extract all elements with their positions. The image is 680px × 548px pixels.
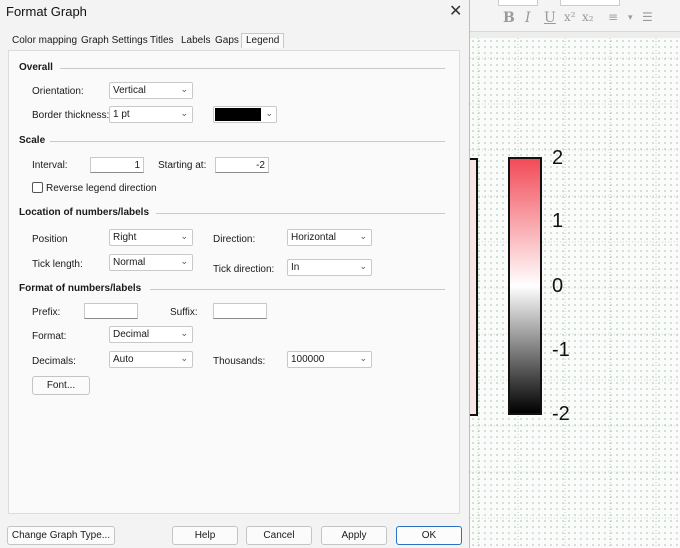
graph-grid [470,38,680,548]
border-thickness-value: 1 pt [113,109,130,120]
cancel-button[interactable]: Cancel [246,526,312,545]
tab-gaps[interactable]: Gaps [215,35,239,46]
position-dropdown[interactable]: Right ⌄ [109,229,193,246]
apply-button[interactable]: Apply [321,526,387,545]
legend-tick-label: 1 [552,210,564,232]
decimals-value: Auto [113,354,134,365]
section-overall-heading: Overall [19,62,53,73]
legend-tick-label: 2 [552,147,564,169]
format-dropdown[interactable]: Decimal ⌄ [109,326,193,343]
border-thickness-dropdown[interactable]: 1 pt ⌄ [109,106,193,123]
chevron-down-icon: ⌄ [180,231,188,241]
format-value: Decimal [113,329,150,340]
tick-length-value: Normal [113,257,146,268]
direction-value: Horizontal [291,232,337,243]
prefix-input[interactable] [84,303,138,319]
chevron-down-icon: ⌄ [265,108,273,118]
orientation-label: Orientation: [32,86,84,97]
background-toolbar: B I U x² x₂ ≡ ▾ ☰ [470,0,680,32]
help-button[interactable]: Help [172,526,238,545]
decimals-label: Decimals: [32,356,76,367]
direction-dropdown[interactable]: Horizontal ⌄ [287,229,372,246]
chevron-down-icon: ⌄ [180,84,188,94]
format-label: Format: [32,331,67,342]
orientation-value: Vertical [113,85,146,96]
format-graph-dialog: Format Graph ✕ Color mapping Graph Setti… [0,0,470,548]
legend-tick-label: -2 [552,403,570,425]
tick-length-dropdown[interactable]: Normal ⌄ [109,254,193,271]
tick-direction-dropdown[interactable]: In ⌄ [287,259,372,276]
interval-input[interactable]: 1 [90,157,144,173]
align-icon[interactable]: ≡ [608,10,618,24]
close-icon[interactable]: ✕ [449,1,462,21]
chevron-down-icon: ⌄ [359,231,367,241]
chevron-down-icon: ⌄ [359,353,367,363]
tick-direction-value: In [291,262,300,273]
border-color-picker[interactable]: ⌄ [213,106,277,123]
tab-color-mapping[interactable]: Color mapping [12,35,77,46]
reverse-direction-label[interactable]: Reverse legend direction [46,183,157,194]
tick-direction-label: Tick direction: [213,264,275,275]
font-size-field[interactable] [498,0,538,6]
tab-graph-settings[interactable]: Graph Settings [81,35,148,46]
chevron-down-icon: ⌄ [180,353,188,363]
chevron-down-icon: ⌄ [180,108,188,118]
color-legend-bar[interactable] [508,157,542,415]
tab-legend[interactable]: Legend [241,33,285,48]
position-label: Position [32,234,68,245]
tick-length-label: Tick length: [32,259,83,270]
font-button[interactable]: Font... [32,376,90,395]
change-graph-type-button[interactable]: Change Graph Type... [7,526,115,545]
interval-label: Interval: [32,160,68,171]
superscript-icon[interactable]: x² [564,10,576,24]
decimals-dropdown[interactable]: Auto ⌄ [109,351,193,368]
color-swatch [215,108,261,121]
section-divider [60,68,445,69]
prefix-label: Prefix: [32,307,61,318]
heatmap-plot-edge [470,158,478,416]
reverse-direction-checkbox[interactable] [32,182,43,193]
chevron-down-icon: ⌄ [180,328,188,338]
italic-icon[interactable]: I [525,10,531,26]
legend-tick-label: 0 [552,275,564,297]
dialog-titlebar[interactable]: Format Graph ✕ [0,0,470,28]
position-value: Right [113,232,137,243]
section-location-heading: Location of numbers/labels [19,207,150,218]
section-format-heading: Format of numbers/labels [19,283,142,294]
suffix-input[interactable] [213,303,267,319]
tab-labels[interactable]: Labels [181,35,210,46]
direction-label: Direction: [213,234,256,245]
dialog-title: Format Graph [6,4,87,19]
starting-at-input[interactable]: -2 [215,157,269,173]
section-divider [156,213,445,214]
font-name-field[interactable] [560,0,620,6]
underline-icon[interactable]: U [544,10,556,26]
thousands-label: Thousands: [213,356,266,367]
border-thickness-label: Border thickness: [32,110,110,121]
suffix-label: Suffix: [170,307,198,318]
subscript-icon[interactable]: x₂ [582,10,594,24]
section-scale-heading: Scale [19,135,46,146]
chevron-down-icon: ⌄ [359,261,367,271]
orientation-dropdown[interactable]: Vertical ⌄ [109,82,193,99]
list-icon[interactable]: ☰ [642,10,653,24]
tab-titles[interactable]: Titles [150,35,174,46]
thousands-value: 100000 [291,354,325,365]
background-graph-window: B I U x² x₂ ≡ ▾ ☰ 2 1 0 -1 -2 [470,0,680,548]
legend-tick-label: -1 [552,339,570,361]
chevron-down-icon: ⌄ [180,256,188,266]
bold-icon[interactable]: B [503,10,515,26]
starting-at-label: Starting at: [158,160,207,171]
section-divider [50,141,445,142]
ok-button[interactable]: OK [396,526,462,545]
section-divider [150,289,445,290]
thousands-dropdown[interactable]: 100000 ⌄ [287,351,372,368]
align-dropdown-icon[interactable]: ▾ [628,13,633,23]
